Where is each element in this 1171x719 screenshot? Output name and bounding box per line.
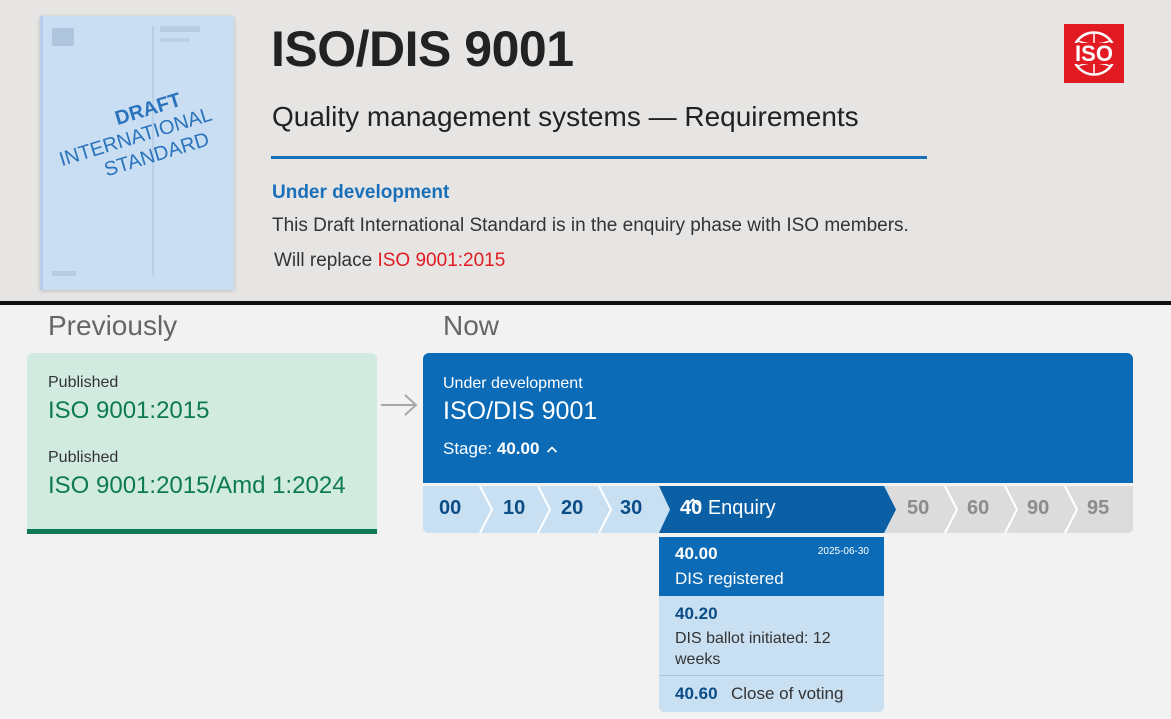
page-subtitle: Quality management systems — Requirement… — [272, 101, 859, 132]
stage-60[interactable]: 60 — [967, 497, 989, 520]
substage-description: DIS registered — [675, 569, 784, 588]
cover-logo-placeholder — [52, 28, 74, 46]
title-divider — [271, 156, 927, 159]
stage-prefix: Stage: — [443, 439, 493, 458]
iso-logo[interactable]: ISO — [1064, 24, 1124, 83]
replaced-standard-link[interactable]: ISO 9001:2015 — [377, 250, 505, 271]
section-divider — [0, 301, 1171, 305]
cover-spine — [40, 16, 43, 290]
stage-value: 40.00 — [496, 439, 540, 458]
iso-logo-text: ISO — [1075, 41, 1113, 66]
stage-90[interactable]: 90 — [1027, 497, 1049, 520]
replaces-prefix: Will replace — [274, 250, 373, 271]
chevron-up-icon — [547, 446, 558, 453]
cover-text-placeholder — [160, 26, 200, 32]
stage-name: Enquiry — [707, 497, 776, 519]
substage-code: 40.20 — [675, 604, 718, 623]
substage-code: 40.00 — [675, 544, 718, 563]
stage-progress-bar: 00 10 20 30 40 Enquiry 50 60 90 95 — [423, 486, 1133, 533]
previous-item-link[interactable]: ISO 9001:2015 — [48, 397, 209, 425]
previous-item-link[interactable]: ISO 9001:2015/Amd 1:2024 — [48, 472, 346, 500]
stage-50[interactable]: 50 — [907, 497, 929, 520]
stage-toggle[interactable]: Stage: 40.00 — [443, 439, 558, 459]
chevron-up-icon — [686, 498, 700, 506]
standard-header: DRAFT INTERNATIONAL STANDARD ISO/DIS 900… — [0, 0, 1171, 302]
previous-item-status: Published — [48, 449, 119, 466]
previous-item-status: Published — [48, 374, 119, 391]
substage-description: DIS ballot initiated: 12 weeks — [675, 630, 831, 668]
stage-10[interactable]: 10 — [503, 497, 525, 520]
substage-dropdown: 40.00 2025-06-30 DIS registered 40.20 DI… — [659, 537, 884, 712]
current-version-card: Under development ISO/DIS 9001 Stage: 40… — [423, 353, 1133, 483]
previously-heading: Previously — [48, 310, 178, 341]
cover-text-placeholder — [52, 271, 76, 276]
current-reference: ISO/DIS 9001 — [443, 397, 598, 425]
arrow-right-icon — [381, 394, 418, 416]
substage-item: 40.20 DIS ballot initiated: 12 weeks — [659, 596, 884, 676]
replaces-line: Will replace ISO 9001:2015 — [274, 250, 505, 272]
substage-date: 2025-06-30 — [817, 546, 869, 557]
stage-40-enquiry[interactable]: 40 Enquiry — [680, 497, 776, 520]
previous-versions-card: Published ISO 9001:2015 Published ISO 90… — [27, 353, 377, 534]
status-description: This Draft International Standard is in … — [272, 215, 909, 236]
substage-description: Close of voting — [731, 684, 844, 703]
stage-20[interactable]: 20 — [561, 497, 583, 520]
cover-text-placeholder — [160, 38, 190, 42]
current-status: Under development — [443, 375, 583, 392]
stage-95[interactable]: 95 — [1087, 497, 1109, 520]
standard-cover-image: DRAFT INTERNATIONAL STANDARD — [40, 16, 234, 290]
status-label: Under development — [272, 182, 450, 203]
stage-00[interactable]: 00 — [439, 497, 461, 520]
substage-item: 40.60 Close of voting — [659, 677, 884, 712]
draft-stamp: DRAFT INTERNATIONAL STANDARD — [50, 82, 222, 194]
stage-30[interactable]: 30 — [620, 497, 642, 520]
now-heading: Now — [443, 310, 500, 341]
substage-code: 40.60 — [675, 684, 718, 703]
iso-logo-icon: ISO — [1070, 31, 1118, 76]
substage-item-current: 40.00 2025-06-30 DIS registered — [659, 537, 884, 596]
page-title: ISO/DIS 9001 — [271, 21, 574, 77]
